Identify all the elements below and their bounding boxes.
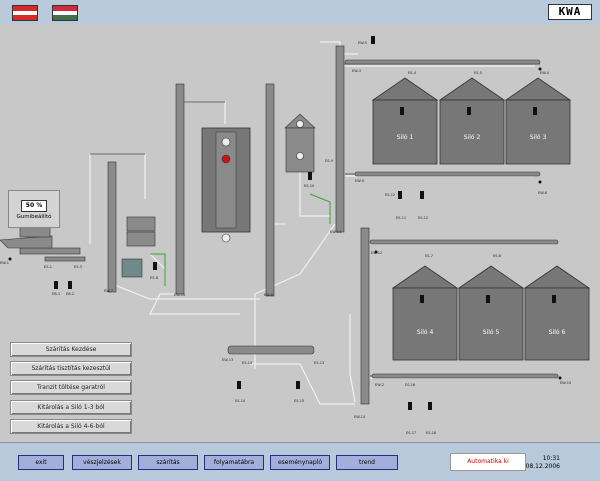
tag-es9: ES-9: [325, 159, 333, 163]
automation-off-button[interactable]: Automatika ki: [450, 453, 526, 471]
tag-es12: ES-12: [385, 193, 395, 197]
silo-4-label: Siló 4: [417, 329, 434, 336]
rubber-adjuster-gauge[interactable]: 50 % Gumibeállító: [8, 190, 60, 228]
tag-es16: ES-16: [405, 383, 415, 387]
tag-ew8: EW-8: [264, 293, 273, 297]
exit-button[interactable]: exit: [18, 455, 64, 470]
tag-ew14: EW-14: [354, 415, 366, 419]
tag-ew10: EW-10: [174, 293, 185, 297]
tag-eb2: EB-2: [66, 292, 74, 296]
gauge-label: Gumibeállító: [16, 214, 52, 220]
gauge-value: 50 %: [21, 200, 47, 212]
company-logo: KWA: [548, 4, 592, 20]
tag-ew6: EW-6: [538, 191, 547, 195]
tag-es1: ES-1: [44, 265, 52, 269]
clock-date: 08.12.2006: [525, 463, 560, 470]
clock-time: 10:31: [542, 455, 560, 462]
process-diagram: EW-1 ES-1 ES-3 EB-1 EB-2 EW-7 ES-6 EW-10…: [0, 24, 600, 442]
tag-ew1: EW-1: [0, 261, 9, 265]
tag-es11b: ES-12: [418, 216, 428, 220]
navigation-bar: exit vészjelzések szárítás folyamatábra …: [0, 442, 600, 481]
tag-ew3: EW-3: [352, 69, 361, 73]
drying-button[interactable]: szárítás: [138, 455, 198, 470]
silo-6-label: Siló 6: [549, 329, 566, 336]
tag-ew5: EW-5: [358, 41, 367, 45]
tag-ew4: EW-4: [540, 71, 550, 75]
tag-es6: ES-6: [150, 276, 158, 280]
trend-button[interactable]: trend: [336, 455, 398, 470]
tag-ew7: EW-7: [104, 289, 113, 293]
tag-ew12: EW-12: [371, 251, 382, 255]
unload-silo-1-3-button[interactable]: Kitárolás a Siló 1-3 ból: [10, 400, 132, 415]
tag-es15: ES-15: [294, 399, 304, 403]
tag-es10: ES-10: [304, 184, 314, 188]
tag-ew9: EW-9: [355, 179, 364, 183]
hungary-flag[interactable]: [52, 5, 78, 21]
unload-silo-4-6-button[interactable]: Kitárolás a Siló 4-6-ból: [10, 419, 132, 434]
tag-es13: ES-13: [314, 361, 324, 365]
tag-es18: ES-18: [426, 431, 436, 435]
tag-ew13: EW-13: [222, 358, 233, 362]
tag-es11: ES-11: [396, 216, 406, 220]
tag-es14b: ES-14: [235, 399, 246, 403]
tag-ew11: EW-11: [330, 230, 341, 234]
tag-ew2: EW-2: [375, 383, 384, 387]
start-drying-button[interactable]: Szárítás Kezdése: [10, 342, 132, 357]
tag-es5: ES-5: [474, 71, 482, 75]
event-log-button[interactable]: eseménynapló: [270, 455, 330, 470]
tag-es7: ES-7: [425, 254, 433, 258]
austria-flag[interactable]: [12, 5, 38, 21]
tag-es3: ES-3: [74, 265, 82, 269]
title-bar: KWA: [0, 0, 600, 24]
silo-1-label: Siló 1: [397, 134, 414, 141]
tag-es8: ES-8: [493, 254, 501, 258]
alarms-button[interactable]: vészjelzések: [72, 455, 132, 470]
process-diagram-button[interactable]: folyamatábra: [204, 455, 264, 470]
tag-ew15: EW-15: [560, 381, 571, 385]
tag-es14: ES-14: [242, 361, 253, 365]
tag-es17: ES-17: [406, 431, 416, 435]
transit-fill-button[interactable]: Tranzit töltése garatról: [10, 380, 132, 395]
silo-5-label: Siló 5: [483, 329, 500, 336]
drying-via-cleaning-button[interactable]: Szárítás tisztítás kezesztül: [10, 361, 132, 376]
silo-2-label: Siló 2: [464, 134, 481, 141]
clock: 10:31 08.12.2006: [526, 455, 560, 471]
tag-eb1: EB-1: [52, 292, 60, 296]
silo-3-label: Siló 3: [530, 134, 547, 141]
tag-es4: ES-4: [408, 71, 417, 75]
